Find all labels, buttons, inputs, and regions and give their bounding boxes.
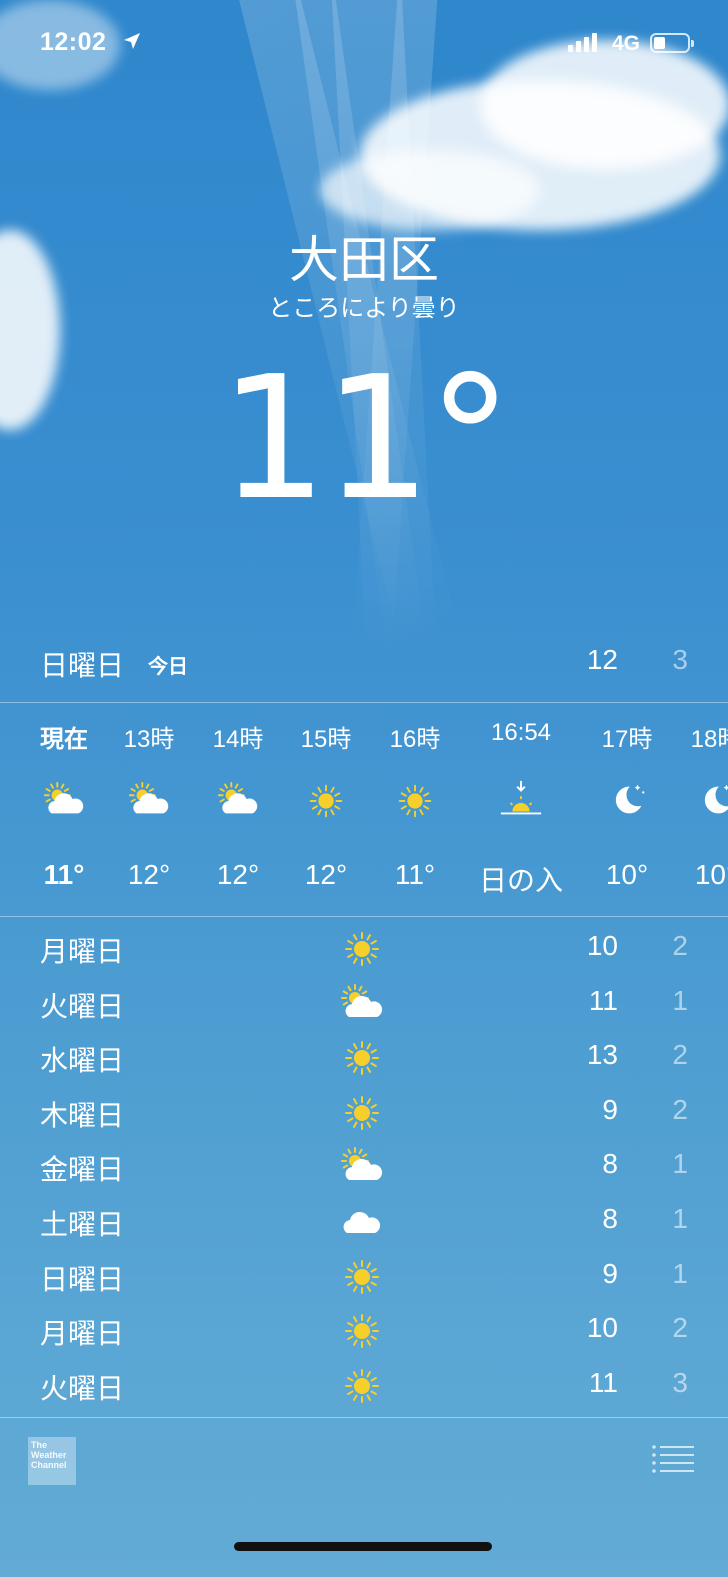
hourly-item: 16:54 日の入 xyxy=(471,703,571,915)
status-time: 12:02 xyxy=(40,28,107,56)
hourly-time: 16時 xyxy=(389,726,441,753)
sun-icon xyxy=(339,1035,385,1081)
hourly-time: 18時 xyxy=(690,726,728,753)
daily-day-name: 火曜日 xyxy=(40,990,125,1022)
daily-day-name: 土曜日 xyxy=(40,1208,125,1240)
status-bar: 12:02 4G xyxy=(0,0,728,90)
today-high: 12 xyxy=(586,644,618,675)
hourly-time: 14時 xyxy=(212,726,264,753)
sun-icon xyxy=(393,779,437,823)
daily-high: 11 xyxy=(588,984,618,1016)
daily-day-name: 月曜日 xyxy=(40,936,125,967)
partly-cloudy-icon xyxy=(216,779,260,823)
sun-icon xyxy=(339,1363,385,1409)
daily-day-name: 日曜日 xyxy=(40,1263,125,1295)
daily-row: 木曜日 9 2 xyxy=(0,1084,728,1139)
daily-low: 1 xyxy=(672,1148,688,1180)
hourly-time: 13時 xyxy=(123,726,175,753)
hourly-time: 15時 xyxy=(300,726,352,753)
weather-condition: ところにより曇り xyxy=(268,295,460,322)
hourly-item: 18時 10° xyxy=(666,703,728,915)
hourly-temp: 12° xyxy=(127,859,171,890)
hourly-item: 13時 12° xyxy=(99,703,199,915)
daily-low: 2 xyxy=(672,1039,688,1071)
network-type: 4G xyxy=(612,32,641,55)
weather-channel-logo[interactable]: The Weather Channel xyxy=(28,1437,76,1485)
partly-cloudy-icon xyxy=(339,981,385,1027)
location-arrow-icon xyxy=(124,33,140,49)
daily-high: 11 xyxy=(588,1366,618,1398)
daily-high: 9 xyxy=(602,1093,618,1125)
hourly-temp: 12° xyxy=(304,859,348,890)
daily-day-name: 金曜日 xyxy=(40,1154,125,1186)
daily-low: 2 xyxy=(672,1093,688,1125)
daily-high: 10 xyxy=(586,1312,618,1344)
divider xyxy=(0,1417,728,1418)
hourly-time: 16:54 xyxy=(490,719,552,746)
partly-cloudy-icon xyxy=(127,779,171,823)
daily-row: 月曜日 10 2 xyxy=(0,920,728,975)
daily-day-name: 月曜日 xyxy=(40,1318,125,1350)
daily-row: 日曜日 9 1 xyxy=(0,1248,728,1303)
sun-icon xyxy=(339,926,385,972)
hourly-item: 14時 12° xyxy=(188,703,288,915)
daily-low: 1 xyxy=(672,984,688,1016)
moon-icon xyxy=(694,779,728,823)
daily-high: 13 xyxy=(586,1039,618,1071)
daily-low: 2 xyxy=(672,1312,688,1344)
daily-low: 3 xyxy=(672,1366,688,1398)
daily-low: 1 xyxy=(672,1257,688,1289)
hourly-temp: 12° xyxy=(216,859,260,890)
daily-day-name: 水曜日 xyxy=(40,1045,125,1077)
battery-icon xyxy=(650,33,694,53)
daily-high: 9 xyxy=(602,1257,618,1289)
sun-icon xyxy=(304,779,348,823)
partly-cloudy-icon xyxy=(42,779,86,823)
hourly-item: 15時 12° xyxy=(276,703,376,915)
hourly-temp: 10° xyxy=(694,859,728,890)
hourly-item: 16時 11° xyxy=(365,703,465,915)
hourly-item: 17時 10° xyxy=(577,703,677,915)
today-summary: 日曜日 今日 12 3 xyxy=(0,640,728,702)
hourly-temp: 日の入 xyxy=(478,865,563,896)
daily-row: 水曜日 13 2 xyxy=(0,1029,728,1084)
daily-day-name: 火曜日 xyxy=(40,1372,125,1404)
signal-strength-icon xyxy=(568,32,597,52)
hourly-forecast[interactable]: 現在 11° 13時 12° 14時 12° 15時 12° 16時 11° 1… xyxy=(0,703,728,915)
partly-cloudy-icon xyxy=(339,1144,385,1190)
daily-low: 1 xyxy=(672,1202,688,1234)
divider xyxy=(0,916,728,917)
sunset-icon xyxy=(499,779,543,823)
daily-day-name: 木曜日 xyxy=(40,1099,125,1131)
daily-high: 8 xyxy=(602,1148,618,1180)
today-day-name: 日曜日 xyxy=(40,650,125,681)
daily-forecast: 月曜日 10 2 火曜日 11 1 水曜日 13 2 木曜日 9 2 金曜日 8… xyxy=(0,920,728,1411)
daily-low: 2 xyxy=(672,930,688,961)
daily-high: 8 xyxy=(602,1202,618,1234)
sun-icon xyxy=(339,1254,385,1300)
hourly-time: 17時 xyxy=(601,726,653,753)
hourly-temp: 10° xyxy=(605,859,649,890)
current-temperature: 11° xyxy=(219,340,512,538)
city-list-icon[interactable] xyxy=(652,1444,694,1474)
city-name: 大田区 xyxy=(289,232,439,288)
daily-row: 火曜日 11 1 xyxy=(0,975,728,1030)
sun-icon xyxy=(339,1090,385,1136)
cloud-icon xyxy=(339,1199,385,1245)
daily-row: 火曜日 11 3 xyxy=(0,1357,728,1412)
today-low: 3 xyxy=(672,644,688,675)
daily-row: 金曜日 8 1 xyxy=(0,1138,728,1193)
moon-icon xyxy=(605,779,649,823)
home-indicator[interactable] xyxy=(234,1542,492,1551)
daily-high: 10 xyxy=(586,930,618,961)
daily-row: 月曜日 10 2 xyxy=(0,1302,728,1357)
today-label: 今日 xyxy=(148,656,188,678)
daily-row: 土曜日 8 1 xyxy=(0,1193,728,1248)
hourly-temp: 11° xyxy=(394,859,436,890)
sun-icon xyxy=(339,1308,385,1354)
